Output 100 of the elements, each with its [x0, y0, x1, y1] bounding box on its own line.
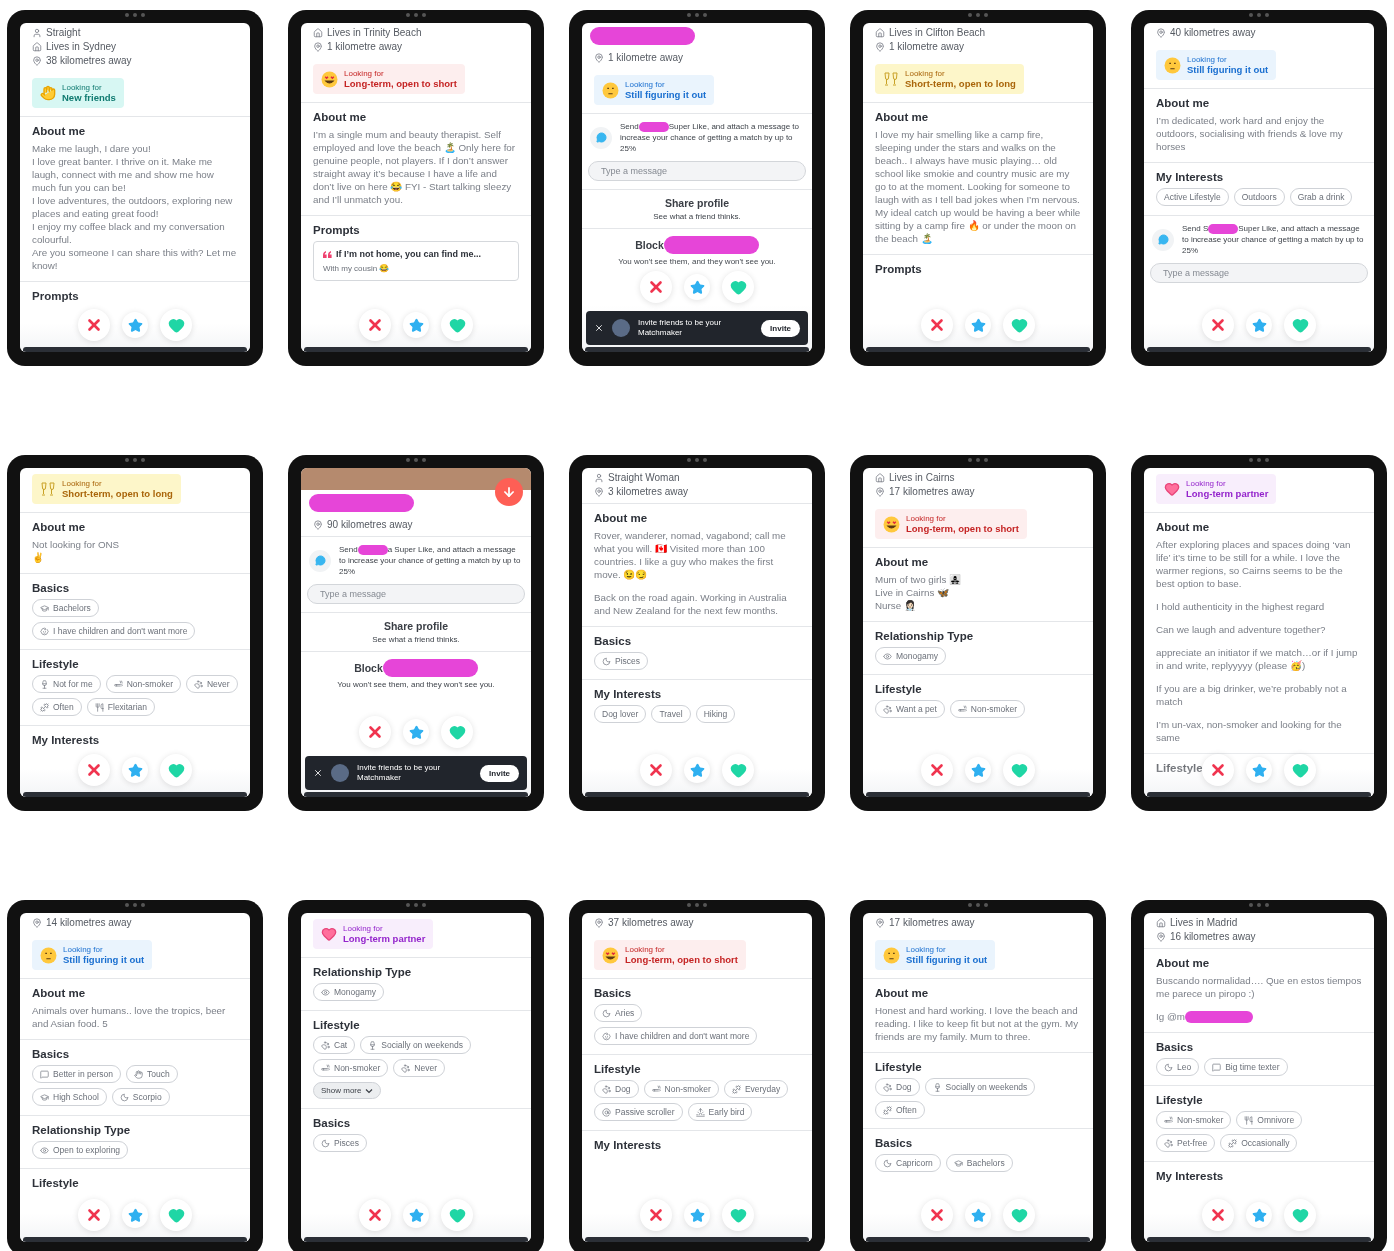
like-button[interactable]: [722, 754, 754, 786]
invite-button[interactable]: Invite: [761, 319, 800, 337]
share-profile-title[interactable]: Share profile: [664, 197, 730, 209]
super-like-button[interactable]: [403, 312, 429, 338]
house-icon: [875, 472, 885, 483]
super-like-button[interactable]: [122, 312, 148, 338]
dislike-button[interactable]: [640, 754, 672, 786]
share-profile-subtitle: See what a friend thinks.: [372, 635, 460, 644]
dislike-button[interactable]: [359, 1199, 391, 1231]
close-icon: [85, 316, 103, 334]
dislike-button[interactable]: [640, 271, 672, 303]
moon-icon: [602, 1008, 611, 1018]
profile-detail: 1 kilometre away: [608, 52, 684, 63]
dislike-button[interactable]: [78, 1199, 110, 1231]
dislike-button[interactable]: [1202, 309, 1234, 341]
message-field[interactable]: Type a message: [307, 584, 525, 604]
super-like-button[interactable]: [684, 757, 710, 783]
like-button[interactable]: [441, 309, 473, 341]
star-icon: [408, 317, 424, 333]
dislike-button[interactable]: [78, 309, 110, 341]
super-like-button[interactable]: [403, 1202, 429, 1228]
about-text: Can we laugh and adventure together?: [1156, 623, 1327, 636]
location-pin-icon: [313, 519, 323, 530]
profile-detail: Lives in Cairns: [889, 472, 955, 483]
super-like-button[interactable]: [965, 312, 991, 338]
cigarette-icon: [321, 1063, 330, 1073]
about-text: Not looking for ONS ✌: [32, 538, 121, 564]
super-like-button[interactable]: [403, 719, 429, 745]
glass-icon: [932, 1082, 942, 1092]
like-button[interactable]: [1284, 754, 1316, 786]
super-like-text: Send Super Like, and attach a message to increase your chance of getting a match by up to 25%: [620, 121, 800, 154]
section-title: Lifestyle: [1156, 1094, 1203, 1107]
super-like-button[interactable]: [122, 757, 148, 783]
like-button[interactable]: [1003, 754, 1035, 786]
super-like-button[interactable]: [1246, 312, 1272, 338]
heart-icon: [1010, 1206, 1028, 1224]
block-title[interactable]: Block: [354, 662, 383, 674]
baby-icon: [602, 1031, 611, 1041]
dislike-button[interactable]: [921, 1199, 953, 1231]
dislike-button[interactable]: [1202, 1199, 1234, 1231]
dislike-button[interactable]: [78, 754, 110, 786]
close-button[interactable]: [313, 768, 323, 778]
dislike-button[interactable]: [640, 1199, 672, 1231]
about-text: I’m un-vax, non-smoker and looking for the same: [1156, 718, 1343, 744]
dumbbell-icon: [40, 702, 49, 712]
dislike-button[interactable]: [359, 716, 391, 748]
super-like-button[interactable]: [684, 274, 710, 300]
like-button[interactable]: [441, 1199, 473, 1231]
share-profile-title[interactable]: Share profile: [383, 620, 449, 632]
dislike-button[interactable]: [921, 754, 953, 786]
like-button[interactable]: [1284, 309, 1316, 341]
about-text: Back on the road again. Working in Australia and New Zealand for the next few months.: [594, 591, 788, 617]
about-text: I’m dedicated, work hard and enjoy the outdoors, socialising with friends & love my horses: [1156, 114, 1344, 153]
prompt-question: If I’m not home, you can find me...: [336, 249, 481, 259]
heart-icon: [1010, 761, 1028, 779]
invite-button[interactable]: Invite: [480, 764, 519, 782]
like-button[interactable]: [1003, 1199, 1035, 1231]
glass-icon: [40, 679, 49, 689]
about-text: I hold authenticity in the highest regard: [1156, 600, 1326, 613]
like-button[interactable]: [1284, 1199, 1316, 1231]
dislike-button[interactable]: [1202, 754, 1234, 786]
super-like-button[interactable]: [1246, 757, 1272, 783]
close-icon: [1209, 316, 1227, 334]
like-button[interactable]: [160, 309, 192, 341]
looking-for-value: Still figuring it out: [906, 954, 988, 965]
message-field[interactable]: Type a message: [1150, 263, 1368, 283]
camera-icon: [406, 458, 426, 462]
like-button[interactable]: [722, 271, 754, 303]
profile-detail: Straight Woman: [608, 472, 680, 483]
like-button[interactable]: [160, 754, 192, 786]
like-button[interactable]: [1003, 309, 1035, 341]
dislike-button[interactable]: [359, 309, 391, 341]
super-like-button[interactable]: [965, 1202, 991, 1228]
message-field[interactable]: Type a message: [588, 161, 806, 181]
close-icon: [928, 1206, 946, 1224]
camera-icon: [125, 903, 145, 907]
graduation-cap-icon: [953, 1158, 963, 1168]
sunrise-icon: [695, 1107, 705, 1117]
location-pin-icon: [32, 917, 42, 928]
block-title[interactable]: Block: [635, 239, 664, 251]
super-like-button[interactable]: [684, 1202, 710, 1228]
like-button[interactable]: [160, 1199, 192, 1231]
like-button[interactable]: [722, 1199, 754, 1231]
profile-detail: 40 kilometres away: [1170, 27, 1256, 38]
like-button[interactable]: [441, 716, 473, 748]
looking-for-label: Looking for: [62, 83, 103, 92]
profile-detail: 1 kilometre away: [889, 41, 965, 52]
chevron-down-icon: [365, 1086, 374, 1095]
super-like-button[interactable]: [1246, 1202, 1272, 1228]
dislike-button[interactable]: [921, 309, 953, 341]
super-like-button[interactable]: [122, 1202, 148, 1228]
close-button[interactable]: [594, 323, 604, 333]
super-like-button[interactable]: [965, 757, 991, 783]
dumbbell-icon: [1228, 1138, 1238, 1148]
star-icon: [408, 724, 424, 740]
cigarette-icon: [113, 679, 123, 689]
collapse-button[interactable]: [495, 478, 523, 506]
about-text: appreciate an initiator if we match…or if I jump in and write, replyyyyy (please 🥳): [1156, 646, 1359, 672]
star-icon: [1251, 762, 1267, 778]
show-more-button[interactable]: Show more: [313, 1082, 382, 1099]
